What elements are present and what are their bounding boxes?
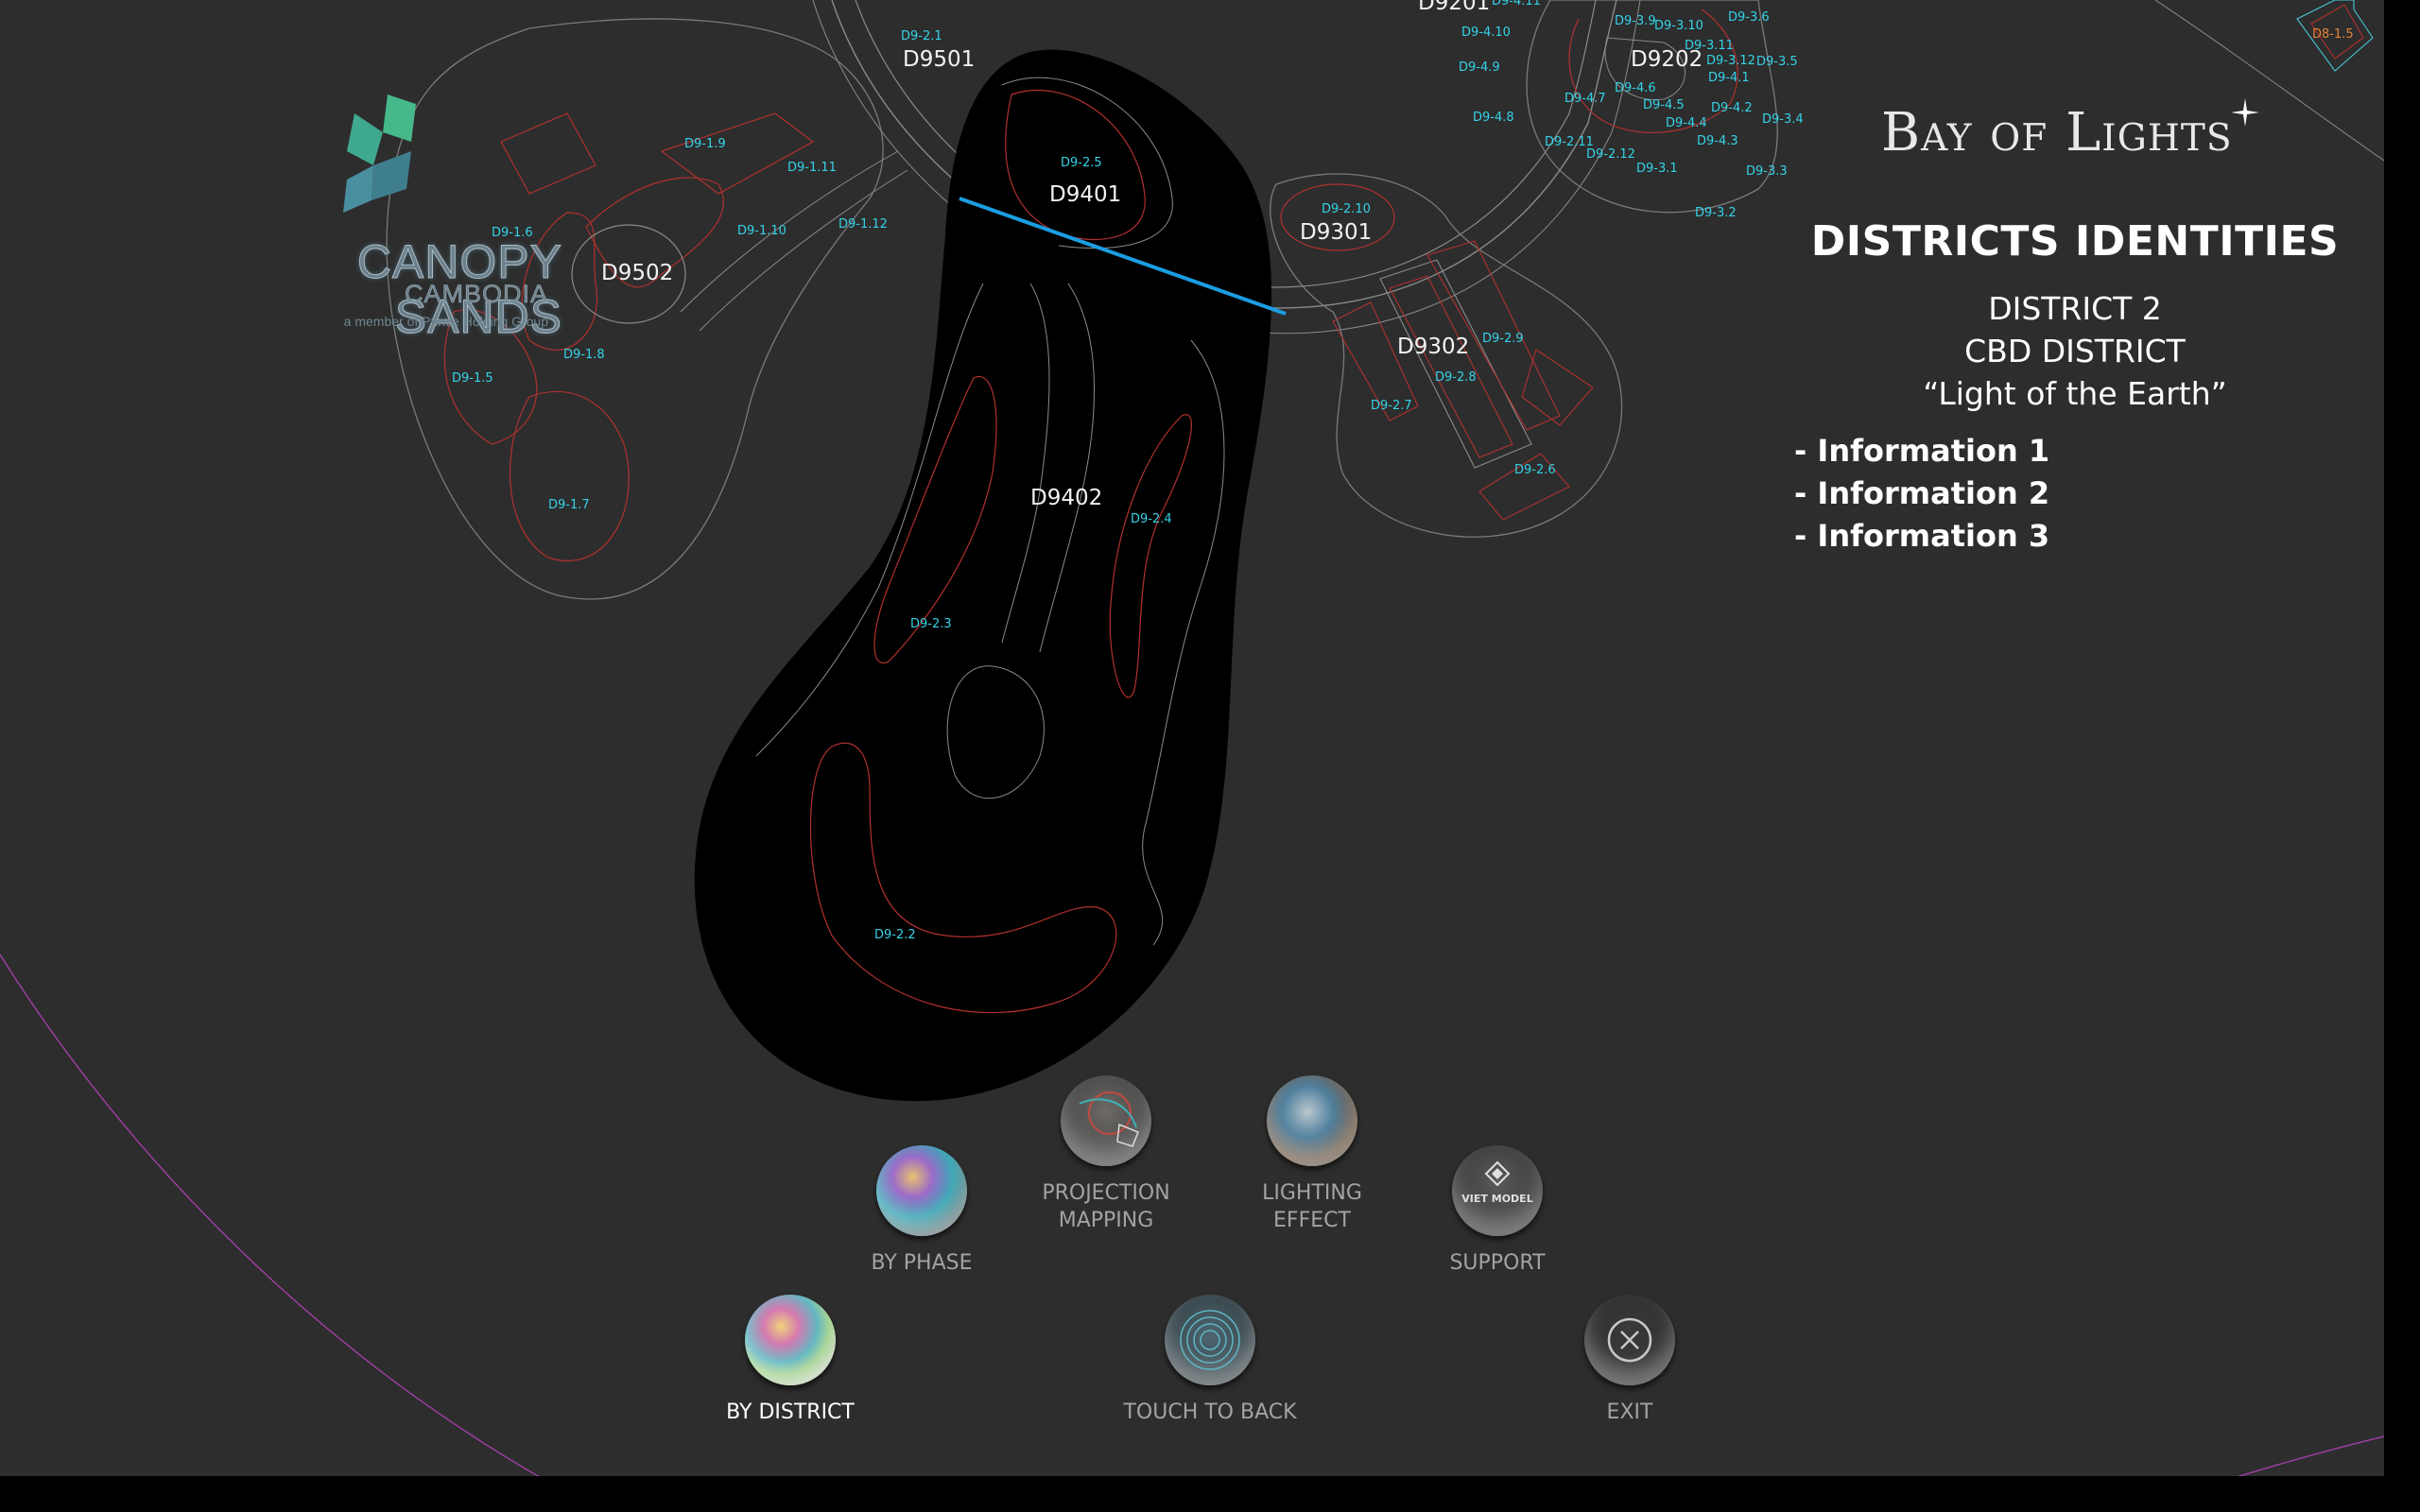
district-label: D9501: [903, 47, 975, 72]
fingerprint-icon: [1165, 1295, 1255, 1385]
parcel-label: D9-4.11: [1492, 0, 1541, 9]
parcel-label: D9-2.10: [1322, 202, 1371, 216]
parcel-label: D9-1.5: [452, 371, 493, 386]
viet-model-logo-icon: VIET MODEL: [1452, 1145, 1543, 1236]
touch-to-back-label: TOUCH TO BACK: [1123, 1400, 1297, 1424]
lighting-effect-button[interactable]: LIGHTING EFFECT: [1208, 1075, 1416, 1234]
exit-label: EXIT: [1606, 1400, 1653, 1424]
parcel-label: D9-1.8: [563, 348, 605, 362]
district-map-icon: [745, 1295, 836, 1385]
info-item: - Information 3: [1794, 518, 2050, 554]
parcel-label: D9-1.7: [548, 498, 590, 512]
parcel-label: D9-3.6: [1728, 10, 1770, 25]
lighting-effect-label: LIGHTING EFFECT: [1208, 1179, 1416, 1234]
parcel-label: D9-3.1: [1636, 162, 1678, 176]
district-name: CBD DISTRICT: [1964, 333, 2186, 369]
exit-icon: [1584, 1295, 1675, 1385]
projection-mapping-icon: [1061, 1075, 1151, 1166]
parcel-label: D9-3.11: [1685, 39, 1734, 53]
parcel-label: D9-3.10: [1654, 19, 1703, 33]
info-list: - Information 1 - Information 2 - Inform…: [1794, 433, 2373, 560]
parcel-label: D9-2.1: [901, 29, 942, 43]
boundary-arc: [0, 954, 540, 1476]
logo-mark-icon: [343, 94, 416, 213]
parcel-label: D9-4.6: [1615, 81, 1656, 95]
parcel-label: D9-3.5: [1756, 55, 1798, 69]
parcel-label: D9-2.6: [1514, 463, 1556, 477]
parcel-label: D8-1.5: [2312, 27, 2354, 42]
parcel-label: D9-4.5: [1643, 98, 1685, 112]
support-label: SUPPORT: [1449, 1251, 1546, 1275]
parcel-label: D9-4.3: [1697, 134, 1738, 148]
by-district-label: BY DISTRICT: [726, 1400, 855, 1424]
district-label: D9502: [601, 261, 673, 285]
parcel-label: D9-2.5: [1061, 156, 1102, 170]
by-phase-button[interactable]: BY PHASE: [818, 1145, 1026, 1277]
logo-region: CAMBODIA: [404, 280, 548, 309]
parcel-label: D9-2.4: [1131, 512, 1172, 526]
parcel-label: D9-2.9: [1482, 332, 1524, 346]
info-item: - Information 1: [1794, 433, 2050, 469]
projection-mapping-label: PROJECTION MAPPING: [1002, 1179, 1210, 1234]
parcel-label: D9-1.11: [787, 161, 837, 175]
by-district-button[interactable]: BY DISTRICT: [686, 1295, 894, 1426]
parcel-label: D9-4.4: [1666, 116, 1707, 130]
projection-mapping-button[interactable]: PROJECTION MAPPING: [1002, 1075, 1210, 1234]
projection-label-line2: MAPPING: [1058, 1209, 1154, 1232]
by-phase-label: BY PHASE: [871, 1251, 973, 1275]
parcel-label: D9-4.2: [1711, 101, 1753, 115]
lighting-effect-icon: [1267, 1075, 1357, 1166]
parcel-label: D9-4.8: [1473, 111, 1514, 125]
exit-button[interactable]: EXIT: [1526, 1295, 1734, 1426]
parcel-label: D9-1.12: [838, 217, 888, 232]
district-label: D9302: [1397, 335, 1469, 359]
district-label: D9201: [1418, 0, 1490, 15]
district-label: D9402: [1030, 486, 1102, 510]
support-button[interactable]: VIET MODEL SUPPORT: [1393, 1145, 1601, 1277]
map-stage: D9501 D9401 D9301 D9502 D9302 D9402 D920…: [0, 0, 2384, 1476]
district-label: D9301: [1300, 220, 1372, 245]
brand-title: Bay of Lights: [1881, 102, 2233, 163]
parcel-label: D9-2.3: [910, 617, 952, 631]
boundary-arc: [2237, 1435, 2384, 1476]
parcel-label: D9-2.2: [874, 928, 916, 942]
parcel-label: D9-4.7: [1564, 92, 1606, 106]
lighting-label-line2: EFFECT: [1273, 1209, 1351, 1232]
phase-map-icon: [876, 1145, 967, 1236]
district-info-panel: DISTRICTS IDENTITIES DISTRICT 2 CBD DIST…: [1777, 217, 2373, 560]
district-slogan: “Light of the Earth”: [1923, 375, 2227, 412]
parcel-label: D9-1.9: [684, 137, 726, 151]
parcel-label: D9-4.9: [1459, 60, 1500, 75]
parcel-label: D9-3.9: [1615, 14, 1656, 28]
parcel-label: D9-3.12: [1706, 54, 1755, 68]
parcel-label: D9-1.10: [737, 224, 786, 238]
parcel-label: D9-3.3: [1746, 164, 1788, 179]
support-logo-text: VIET MODEL: [1461, 1193, 1532, 1205]
parcel-label: D9-4.1: [1708, 71, 1750, 85]
info-item: - Information 2: [1794, 475, 2050, 511]
canopy-sands-logo: CANOPY SANDS CAMBODIA a member of Prince…: [203, 94, 562, 344]
parcel-label: D9-3.2: [1695, 206, 1737, 220]
parcel-label: D9-2.7: [1371, 399, 1412, 413]
district-label: D9401: [1049, 182, 1121, 207]
projection-label-line1: PROJECTION: [1042, 1181, 1170, 1205]
parcel-label: D9-3.4: [1762, 112, 1804, 127]
sparkle-icon: [2231, 98, 2259, 127]
parcel-label: D9-2.8: [1435, 370, 1477, 385]
parcel-label: D9-4.10: [1461, 26, 1511, 40]
lighting-label-line1: LIGHTING: [1262, 1181, 1362, 1205]
touch-to-back-button[interactable]: TOUCH TO BACK: [1106, 1295, 1314, 1426]
parcel-label: D9-2.12: [1586, 147, 1635, 162]
logo-tagline: a member of Prince Holding Group: [343, 314, 548, 329]
district-number: DISTRICT 2: [1988, 290, 2162, 327]
panel-heading: DISTRICTS IDENTITIES: [1810, 217, 2340, 266]
